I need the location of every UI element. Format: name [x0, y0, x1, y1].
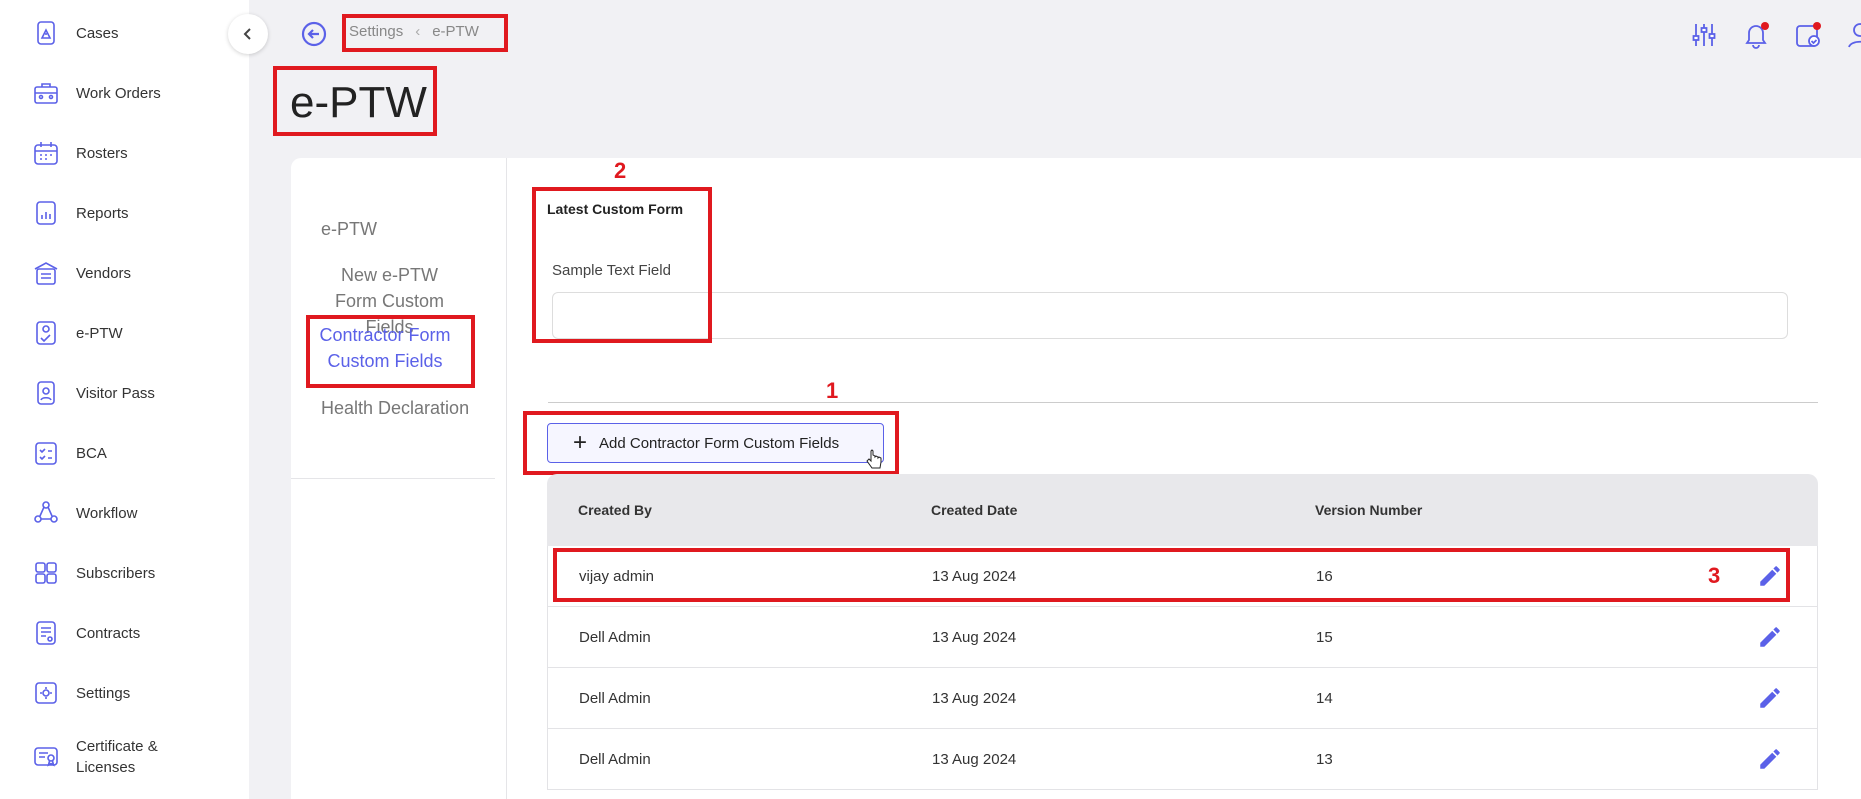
sidebar-item-work-orders[interactable]: Work Orders [30, 73, 161, 113]
work-orders-icon [30, 77, 62, 109]
sidebar-item-label: Subscribers [76, 564, 156, 582]
sidebar-item-vendors[interactable]: Vendors [30, 253, 131, 293]
table-row: vijay admin 13 Aug 2024 16 [547, 546, 1818, 607]
sidebar-item-bca[interactable]: BCA [30, 433, 107, 473]
subnav-item-contractor-form-custom-fields[interactable]: Contractor Form Custom Fields [318, 322, 452, 374]
sidebar-item-visitor-pass[interactable]: Visitor Pass [30, 373, 155, 413]
cell-created-by: Dell Admin [579, 689, 651, 707]
sidebar-item-label: Vendors [76, 264, 132, 282]
table-row: Dell Admin 13 Aug 2024 15 [547, 607, 1818, 668]
divider [506, 158, 507, 799]
sidebar-item-label: BCA [76, 444, 107, 462]
cell-created-by: Dell Admin [579, 750, 651, 768]
breadcrumb-current: e-PTW [432, 23, 479, 40]
task-check-icon[interactable] [1793, 20, 1823, 50]
sidebar-item-cases[interactable]: Cases [30, 13, 119, 53]
notification-bell-icon[interactable] [1741, 20, 1771, 50]
sidebar-item-contracts[interactable]: Contracts [30, 613, 140, 653]
subnav-item-health-declaration[interactable]: Health Declaration [321, 395, 469, 421]
sidebar: Cases Work Orders Rosters Reports Vendor… [0, 0, 249, 799]
sidebar-item-label: Work Orders [76, 84, 161, 102]
column-header-created-by: Created By [578, 502, 652, 518]
cell-created-date: 13 Aug 2024 [932, 689, 1017, 707]
workflow-icon [30, 497, 62, 529]
sidebar-item-settings[interactable]: Settings [30, 673, 130, 713]
cell-created-date: 13 Aug 2024 [932, 750, 1017, 768]
sidebar-item-label: Workflow [76, 504, 138, 522]
sample-text-field-input[interactable] [552, 292, 1788, 339]
sidebar-item-label: Rosters [76, 144, 128, 162]
cell-version: 13 [1316, 750, 1333, 768]
latest-custom-form-title: Latest Custom Form [547, 201, 684, 217]
subnav-item-eptw[interactable]: e-PTW [321, 216, 377, 242]
sidebar-item-label: Reports [76, 204, 129, 222]
sidebar-item-label: Contracts [76, 624, 141, 642]
back-arrow-icon[interactable] [300, 20, 328, 48]
cases-icon [30, 17, 62, 49]
subscribers-icon [30, 557, 62, 589]
sidebar-item-workflow[interactable]: Workflow [30, 493, 137, 533]
edit-pencil-icon[interactable] [1757, 563, 1783, 589]
collapse-sidebar-button[interactable] [228, 14, 268, 54]
versions-table: Created By Created Date Version Number v… [547, 474, 1818, 790]
calendar-icon [30, 137, 62, 169]
cell-created-date: 13 Aug 2024 [932, 567, 1017, 585]
chevron-left-icon [243, 28, 251, 40]
add-button-label: Add Contractor Form Custom Fields [599, 434, 840, 452]
annotation-number: 2 [614, 158, 627, 183]
certificate-icon [30, 741, 62, 773]
vendors-icon [30, 257, 62, 289]
table-header: Created By Created Date Version Number [547, 474, 1818, 546]
checklist-icon [30, 437, 62, 469]
sidebar-item-reports[interactable]: Reports [30, 193, 129, 233]
cell-created-by: Dell Admin [579, 628, 651, 646]
column-header-created-date: Created Date [931, 502, 1018, 518]
plus-icon: + [573, 429, 588, 456]
sidebar-item-label: Settings [76, 684, 131, 702]
sidebar-item-subscribers[interactable]: Subscribers [30, 553, 155, 593]
sidebar-item-label: Certificate & Licenses [76, 738, 158, 776]
header-toolbar [1689, 20, 1861, 50]
annotation-number: 3 [1708, 563, 1721, 588]
sidebar-item-label: Cases [76, 24, 119, 42]
reports-icon [30, 197, 62, 229]
annotation-number: 1 [826, 378, 839, 403]
edit-pencil-icon[interactable] [1757, 624, 1783, 650]
cell-version: 14 [1316, 689, 1333, 707]
add-contractor-form-custom-fields-button[interactable]: + Add Contractor Form Custom Fields [547, 423, 884, 463]
sidebar-item-label: e-PTW [76, 324, 123, 342]
cell-version: 16 [1316, 567, 1333, 585]
table-row: Dell Admin 13 Aug 2024 13 [547, 729, 1818, 790]
sidebar-item-label: Visitor Pass [76, 384, 155, 402]
eptw-icon [30, 317, 62, 349]
cell-created-date: 13 Aug 2024 [932, 628, 1017, 646]
user-profile-icon[interactable] [1845, 20, 1861, 50]
contracts-icon [30, 617, 62, 649]
sidebar-item-rosters[interactable]: Rosters [30, 133, 128, 173]
breadcrumb-parent[interactable]: Settings [349, 23, 403, 40]
column-header-version-number: Version Number [1315, 502, 1423, 518]
filter-sliders-icon[interactable] [1689, 20, 1719, 50]
cell-created-by: vijay admin [579, 567, 655, 585]
visitor-pass-icon [30, 377, 62, 409]
edit-pencil-icon[interactable] [1757, 685, 1783, 711]
sample-text-field-label: Sample Text Field [552, 262, 671, 279]
sidebar-item-certificate-licenses[interactable]: Certificate & Licenses [30, 733, 176, 781]
divider [291, 478, 495, 479]
chevron-left-icon: ‹ [415, 23, 421, 40]
table-row: Dell Admin 13 Aug 2024 14 [547, 668, 1818, 729]
hand-cursor-icon [866, 449, 882, 469]
cell-version: 15 [1316, 628, 1333, 646]
page-title: e-PTW [290, 78, 427, 127]
sidebar-item-eptw[interactable]: e-PTW [30, 313, 123, 353]
breadcrumb: Settings ‹ e-PTW [349, 23, 479, 40]
edit-pencil-icon[interactable] [1757, 746, 1783, 772]
divider [548, 402, 1818, 403]
settings-icon [30, 677, 62, 709]
